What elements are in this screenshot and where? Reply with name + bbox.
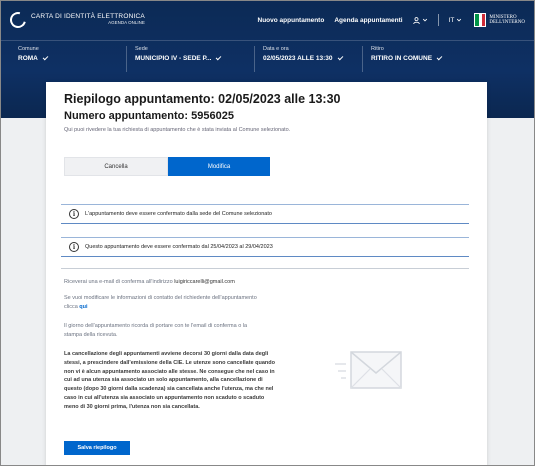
booking-steps: Comune ROMA Sede MUNICIPIO IV - SEDE P..… — [0, 46, 535, 72]
notice-text: L'appuntamento deve essere confermato da… — [85, 211, 272, 217]
notice-confirmation: i L'appuntamento deve essere confermato … — [61, 204, 469, 224]
nav-new-appointment[interactable]: Nuovo appuntamento — [258, 17, 325, 24]
chevron-down-icon — [457, 18, 462, 22]
page-title: Riepilogo appuntamento: 02/05/2023 alle … — [64, 92, 341, 106]
cancel-tab[interactable]: Cancella — [64, 157, 168, 176]
email-address: luigiriccarelli@gmail.com — [174, 279, 235, 285]
step-label: Data e ora — [263, 46, 289, 52]
info-icon: i — [69, 242, 79, 252]
action-tabs: Cancella Modifica — [64, 157, 270, 176]
step-label: Ritiro — [371, 46, 384, 52]
info-icon: i — [69, 209, 79, 219]
check-icon — [42, 54, 49, 61]
check-icon — [337, 54, 343, 61]
ministry-line-1: MINISTERO — [489, 14, 517, 20]
nav-agenda[interactable]: Agenda appuntamenti — [334, 17, 402, 24]
chevron-down-icon — [422, 18, 427, 22]
check-icon — [436, 54, 443, 61]
section-divider — [61, 268, 469, 269]
step-value: RITIRO IN COMUNE — [371, 54, 502, 62]
summary-card: Riepilogo appuntamento: 02/05/2023 alle … — [46, 82, 487, 466]
edit-tab[interactable]: Modifica — [168, 157, 270, 176]
italian-flag-icon — [474, 13, 487, 27]
step-label: Comune — [18, 46, 39, 52]
language-selector[interactable]: IT — [449, 17, 463, 24]
contact-info: Se vuoi modificare le informazioni di co… — [64, 295, 257, 310]
save-summary-button[interactable]: Salva riepilogo — [64, 441, 130, 455]
edit-contact-link[interactable]: qui — [79, 304, 87, 310]
step-value: MUNICIPIO IV - SEDE P... — [135, 54, 254, 62]
step-data-ora[interactable]: Data e ora 02/05/2023 ALLE 13:30 — [254, 46, 362, 72]
user-menu[interactable] — [412, 16, 428, 24]
cie-logo-icon — [7, 9, 29, 31]
brand[interactable]: CARTA DI IDENTITÀ ELETTRONICA AGENDA ONL… — [7, 9, 145, 31]
step-value: 02/05/2023 ALLE 13:30 — [263, 54, 362, 62]
step-ritiro[interactable]: Ritiro RITIRO IN COMUNE — [362, 46, 502, 72]
step-sede[interactable]: Sede MUNICIPIO IV - SEDE P... — [126, 46, 254, 72]
notice-text: Questo appuntamento deve essere conferma… — [85, 244, 273, 250]
envelope-icon — [335, 351, 402, 389]
notice-deadline: i Questo appuntamento deve essere confer… — [61, 237, 469, 257]
summary-description: Qui puoi rivedere la tua richiesta di ap… — [64, 127, 291, 133]
cancellation-policy: La cancellazione degli appuntamenti avvi… — [64, 351, 275, 410]
step-label: Sede — [135, 46, 148, 52]
header-divider — [0, 40, 535, 41]
step-value: ROMA — [18, 54, 126, 62]
reminder-info: Il giorno dell'appuntamento ricorda di p… — [64, 323, 248, 338]
email-info: Riceverai una e-mail di conferma all'ind… — [64, 279, 235, 285]
top-nav: Nuovo appuntamento Agenda appuntamenti I… — [258, 13, 525, 27]
top-bar: CARTA DI IDENTITÀ ELETTRONICA AGENDA ONL… — [0, 0, 535, 40]
check-icon — [216, 54, 222, 61]
nav-separator — [437, 14, 439, 26]
brand-subtitle: AGENDA ONLINE — [108, 20, 145, 26]
ministry-line-2: DELL'INTERNO — [489, 20, 525, 25]
ministry-logo[interactable]: MINISTERO DELL'INTERNO — [474, 13, 525, 27]
user-icon — [412, 16, 420, 24]
step-comune[interactable]: Comune ROMA — [0, 46, 126, 72]
language-label: IT — [448, 16, 455, 24]
appointment-number: Numero appuntamento: 5956025 — [64, 110, 234, 122]
